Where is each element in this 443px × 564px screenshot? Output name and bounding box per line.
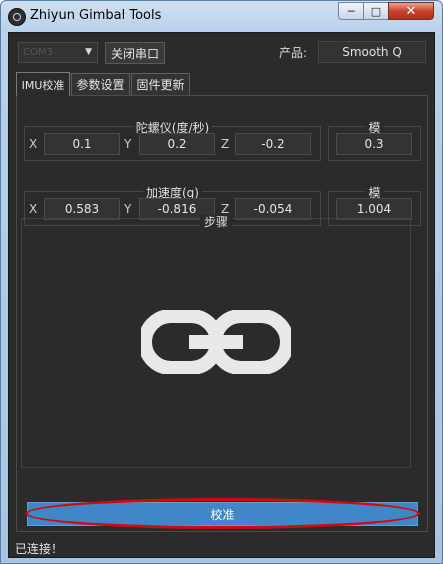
close-button[interactable]: ✕	[388, 2, 434, 20]
gyro-z-field: -0.2	[235, 133, 311, 155]
gyro-modulus-group: 模 0.3	[328, 121, 421, 161]
client-area: COM3 ▼ 关闭串口 产品: Smooth Q IMU校准 参数设置 固件更新…	[8, 32, 435, 558]
link-icon	[138, 309, 294, 377]
status-text: 已连接！	[15, 542, 64, 556]
gyro-y-label: Y	[124, 137, 132, 151]
close-port-button[interactable]: 关闭串口	[105, 42, 165, 64]
gyro-modulus-field: 0.3	[336, 133, 412, 155]
gyro-group: 陀螺仪(度/秒) X 0.1 Y 0.2 Z -0.2	[24, 121, 321, 161]
window-title: Zhiyun Gimbal Tools	[30, 8, 162, 23]
app-window: Zhiyun Gimbal Tools ─ □ ✕ COM3 ▼ 关闭串口 产品…	[0, 0, 443, 564]
gyro-x-field: 0.1	[44, 133, 120, 155]
chevron-down-icon: ▼	[85, 47, 92, 57]
minimize-button[interactable]: ─	[338, 2, 364, 20]
port-select[interactable]: COM3 ▼	[18, 42, 98, 63]
gyro-y-field: 0.2	[139, 133, 215, 155]
gimbal-app-icon	[8, 8, 26, 26]
product-label: 产品:	[279, 46, 308, 60]
calibrate-button[interactable]: 校准	[27, 502, 418, 526]
tab-imu-calibration[interactable]: IMU校准	[16, 72, 70, 96]
steps-title: 步骤	[22, 213, 410, 230]
tab-firmware-update[interactable]: 固件更新	[131, 73, 190, 95]
gyro-z-label: Z	[221, 137, 230, 151]
product-field: Smooth Q	[318, 41, 426, 63]
gyro-x-label: X	[29, 137, 38, 151]
port-select-value: COM3	[23, 47, 53, 58]
tab-parameter-settings[interactable]: 参数设置	[71, 73, 130, 95]
steps-group: 步骤	[21, 215, 411, 468]
maximize-button[interactable]: □	[363, 2, 389, 20]
title-bar[interactable]: Zhiyun Gimbal Tools ─ □ ✕	[1, 1, 442, 31]
